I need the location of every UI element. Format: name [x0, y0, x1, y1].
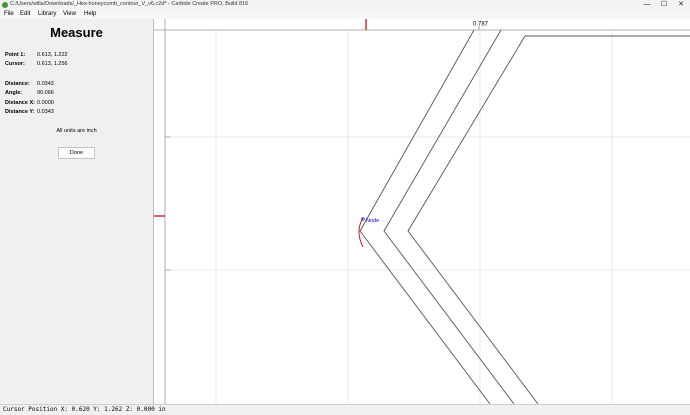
measure-panel: Measure Point 1: 0.613, 1.222 Cursor: 0.…	[0, 19, 154, 404]
menu-file[interactable]: File	[4, 11, 14, 17]
inner-contour[interactable]	[407, 35, 690, 405]
status-bar: Cursor Position X: 0.620 Y: 1.262 Z: 0.0…	[0, 404, 690, 415]
close-icon[interactable]: ✕	[672, 0, 690, 10]
title-bar: C:/Users/willa/Downloads/_Hex-honeycomb_…	[0, 0, 690, 10]
menu-help[interactable]: Help	[84, 11, 96, 17]
point1-value: 0.613, 1.222	[37, 52, 68, 58]
minimize-icon[interactable]: —	[638, 0, 656, 10]
canvas-svg: 0.787 Node	[154, 19, 690, 405]
point1-label: Point 1:	[5, 52, 26, 58]
node-label: Node	[366, 218, 379, 224]
distance-x-value: 0.0000	[37, 100, 54, 106]
distance-y-value: 0.0343	[37, 109, 54, 115]
cursor-position-status: Cursor Position X: 0.620 Y: 1.262 Z: 0.0…	[3, 406, 166, 413]
drawing-canvas[interactable]: 0.787 Node	[154, 19, 690, 405]
distance-value: 0.0343	[37, 81, 54, 87]
cursor-label: Cursor:	[5, 61, 25, 67]
menu-bar: File Edit Library View Help	[0, 10, 690, 19]
outer-contour[interactable]	[359, 29, 491, 405]
panel-title: Measure	[50, 25, 103, 40]
app-icon	[2, 2, 8, 8]
menu-view[interactable]: View	[63, 11, 76, 17]
distance-x-label: Distance X:	[5, 100, 35, 106]
ruler-value: 0.787	[473, 22, 489, 28]
distance-label: Distance:	[5, 81, 30, 87]
menu-library[interactable]: Library	[38, 11, 56, 17]
cursor-value: 0.613, 1.256	[37, 61, 68, 67]
units-note: All units are inch	[56, 128, 97, 134]
distance-y-label: Distance Y:	[5, 109, 35, 115]
angle-value: 90.066	[37, 90, 54, 96]
angle-label: Angle:	[5, 90, 23, 96]
menu-edit[interactable]: Edit	[20, 11, 30, 17]
done-button[interactable]: Done	[58, 147, 95, 159]
maximize-icon[interactable]: ☐	[655, 0, 673, 10]
window-title: C:/Users/willa/Downloads/_Hex-honeycomb_…	[10, 1, 249, 7]
